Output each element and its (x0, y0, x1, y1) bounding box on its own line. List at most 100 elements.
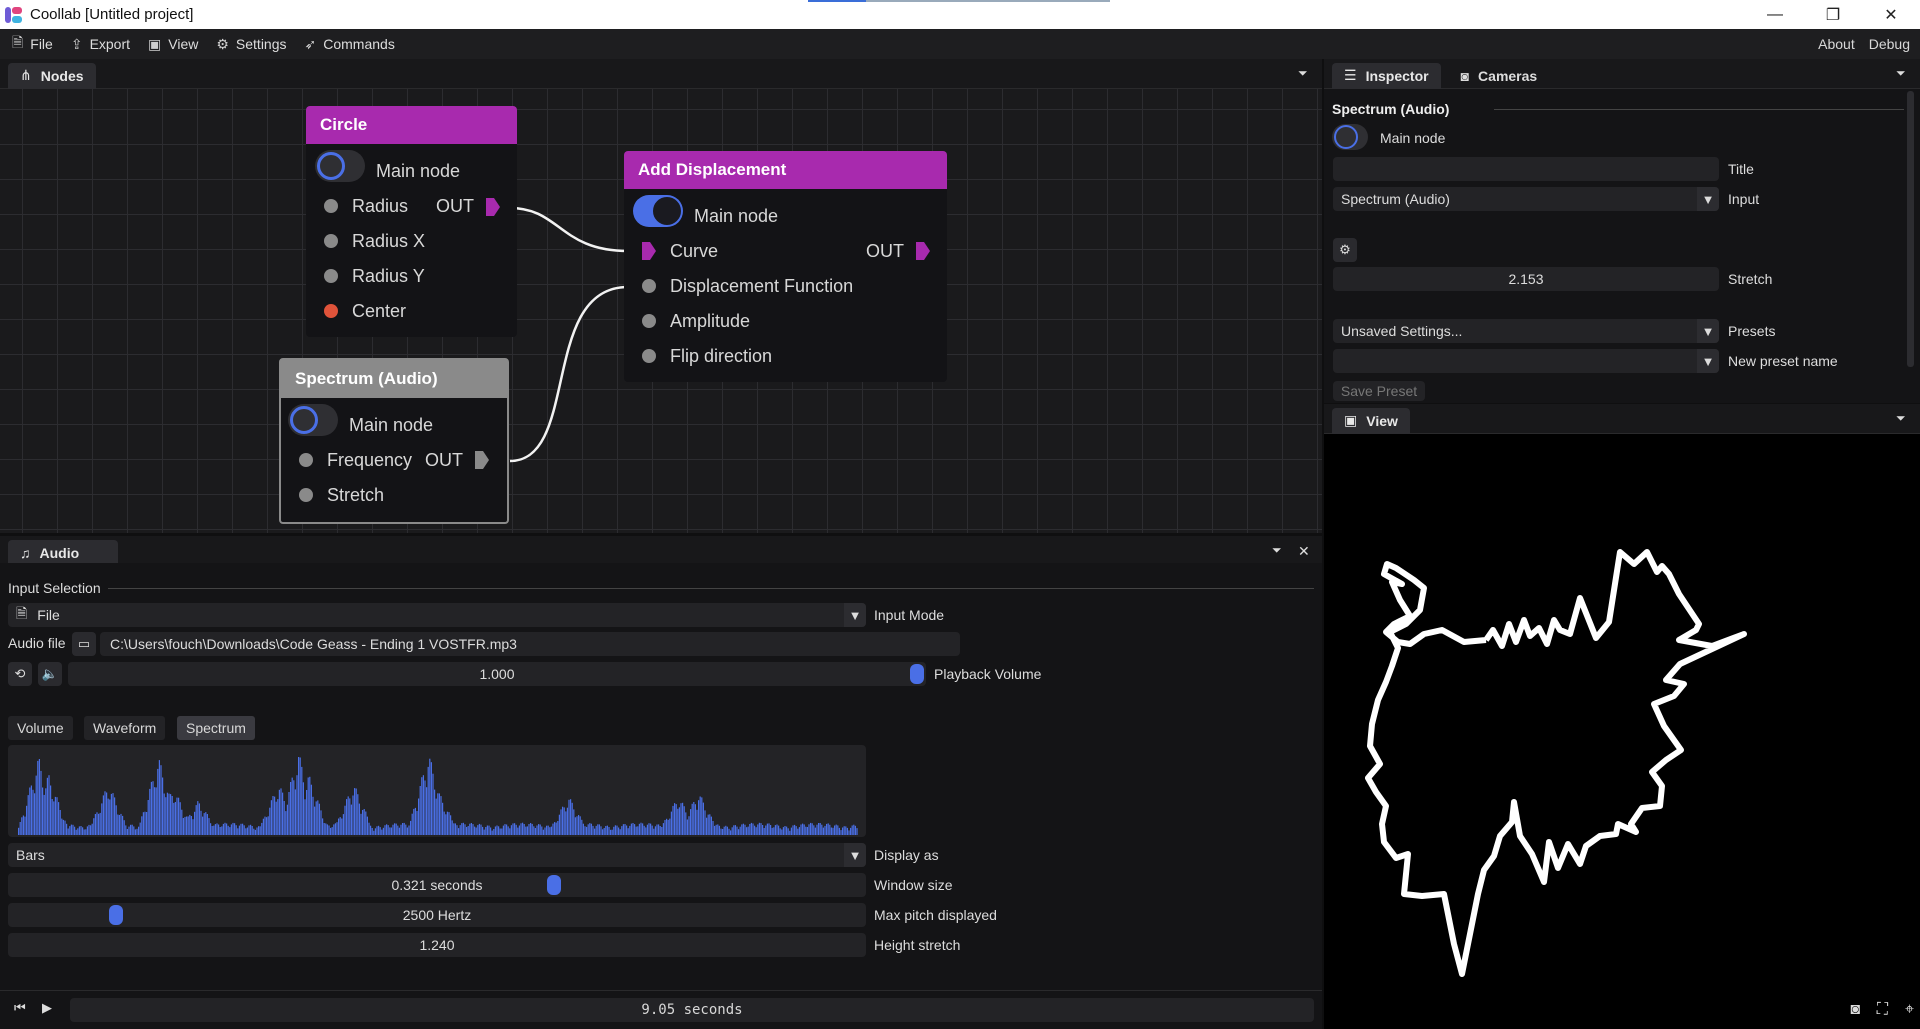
render-view[interactable]: ◙ ⛶ ⌖ (1324, 434, 1920, 1029)
spectrum-bar (402, 823, 404, 835)
play-icon[interactable]: ▶ (42, 1000, 52, 1016)
tab-inspector[interactable]: ☰ Inspector (1332, 62, 1441, 89)
crosshair-icon[interactable]: ⌖ (1905, 1001, 1914, 1019)
tab-audio[interactable]: ♫ Audio (8, 539, 118, 566)
pin-radius-x[interactable] (324, 234, 338, 248)
chevron-down-icon[interactable]: ▼ (1697, 319, 1719, 343)
circle-out-pin[interactable] (486, 198, 500, 216)
mute-button[interactable]: 🔈 (38, 662, 62, 686)
max-pitch-slider[interactable]: 2500 Hertz (8, 903, 866, 927)
menu-commands[interactable]: ➶ Commands (305, 36, 395, 53)
tab-cameras[interactable]: ◙ Cameras (1449, 63, 1550, 89)
spectrum-bar (728, 828, 730, 835)
maximize-button[interactable]: ❐ (1804, 0, 1862, 29)
skip-back-icon[interactable]: ⏮ (14, 1000, 26, 1016)
spectrum-bar (741, 824, 743, 835)
chevron-down-icon[interactable]: ▼ (1697, 349, 1719, 373)
pin-stretch[interactable] (299, 488, 313, 502)
menu-about[interactable]: About (1818, 36, 1855, 52)
spectrum-bar (150, 781, 152, 835)
pin-amplitude[interactable] (642, 314, 656, 328)
spectrum-bar (102, 795, 104, 835)
playback-volume-label: Playback Volume (934, 666, 1042, 682)
menu-export[interactable]: ⇪ Export (71, 36, 130, 53)
spectrum-bar (134, 829, 136, 835)
spectrum-bar (334, 823, 336, 835)
close-window-button[interactable]: ✕ (1862, 0, 1920, 29)
displacement-out-pin[interactable] (916, 242, 930, 260)
stretch-slider[interactable]: 2.153 (1333, 267, 1719, 291)
spectrum-bar (826, 823, 828, 835)
inspector-section-title: Spectrum (Audio) (1332, 101, 1450, 117)
chevron-down-icon[interactable]: ▼ (844, 603, 866, 627)
pin-flip-direction[interactable] (642, 349, 656, 363)
close-icon[interactable]: ✕ (1298, 543, 1312, 559)
displacement-main-node-toggle[interactable] (633, 195, 683, 227)
spectrum-bar (432, 773, 434, 835)
spectrum-bar (26, 805, 28, 835)
audio-menu-icon[interactable]: ⏷ (1272, 543, 1286, 557)
menu-view[interactable]: ▣ View (148, 36, 198, 53)
inspector-main-node-toggle[interactable] (1332, 124, 1368, 150)
node-circle[interactable]: Circle Main node Radius OUT Radius X Rad… (306, 106, 517, 337)
save-preset-button[interactable]: Save Preset (1333, 381, 1425, 401)
tab-view[interactable]: ▣ View (1332, 407, 1410, 434)
spectrum-bar (405, 824, 407, 835)
audio-file-path-input[interactable]: C:\Users\fouch\Downloads\Code Geass - En… (100, 632, 960, 656)
spectrum-bar (54, 796, 56, 835)
new-preset-name-input[interactable]: ▼ (1333, 349, 1719, 373)
height-stretch-slider[interactable]: 1.240 (8, 933, 866, 957)
spectrum-bar (382, 827, 384, 835)
menu-debug[interactable]: Debug (1869, 36, 1910, 52)
fullscreen-icon[interactable]: ⛶ (1877, 1001, 1888, 1019)
spectrum-main-node-toggle[interactable] (288, 404, 338, 436)
settings-gear-button[interactable]: ⚙ (1333, 238, 1357, 262)
pin-frequency[interactable] (299, 453, 313, 467)
max-pitch-slider-knob[interactable] (109, 905, 124, 925)
node-spectrum-audio[interactable]: Spectrum (Audio) Main node Frequency OUT… (279, 358, 509, 524)
node-displacement-header[interactable]: Add Displacement (624, 151, 947, 189)
chevron-down-icon[interactable]: ▼ (1697, 187, 1719, 211)
subtab-volume[interactable]: Volume (8, 716, 73, 740)
window-size-slider-knob[interactable] (546, 875, 561, 895)
window-size-slider[interactable]: 0.321 seconds (8, 873, 866, 897)
spectrum-bar (43, 794, 45, 835)
subtab-spectrum[interactable]: Spectrum (177, 716, 255, 740)
pin-center[interactable] (324, 304, 338, 318)
spectrum-out-pin[interactable] (475, 451, 489, 469)
minimize-button[interactable]: — (1746, 0, 1804, 29)
view-menu-icon[interactable]: ⏷ (1896, 411, 1910, 425)
circle-main-node-toggle[interactable] (315, 150, 365, 182)
presets-select[interactable]: Unsaved Settings... ▼ (1333, 319, 1719, 343)
playback-volume-slider[interactable]: 1.000 (68, 662, 926, 686)
spectrum-bar (142, 812, 144, 835)
volume-slider-knob[interactable] (910, 664, 924, 684)
inspector-scrollbar[interactable] (1907, 91, 1914, 367)
open-folder-button[interactable]: ▭ (72, 632, 96, 656)
pin-radius-y[interactable] (324, 269, 338, 283)
spectrum-bar (573, 809, 575, 835)
time-display[interactable]: 9.05 seconds (70, 998, 1314, 1022)
pin-displacement-function[interactable] (642, 279, 656, 293)
display-as-select[interactable]: Bars ▼ (8, 843, 866, 867)
loop-button[interactable]: ⟲ (8, 662, 32, 686)
title-input[interactable] (1333, 157, 1719, 181)
node-spectrum-header[interactable]: Spectrum (Audio) (281, 360, 507, 398)
chevron-down-icon[interactable]: ▼ (844, 843, 866, 867)
subtab-waveform[interactable]: Waveform (84, 716, 166, 740)
screenshot-camera-icon[interactable]: ◙ (1850, 1001, 1860, 1019)
spectrum-bar (739, 826, 741, 835)
node-editor-canvas[interactable]: Circle Main node Radius OUT Radius X Rad… (0, 89, 1322, 533)
spectrum-bar (613, 826, 615, 835)
inspector-menu-icon[interactable]: ⏷ (1896, 66, 1910, 80)
pin-radius[interactable] (324, 199, 338, 213)
node-add-displacement[interactable]: Add Displacement Main node Curve OUT Dis… (624, 151, 947, 382)
tab-nodes[interactable]: ⋔ Nodes (8, 62, 96, 89)
panel-menu-icon[interactable]: ⏷ (1298, 66, 1312, 80)
input-select[interactable]: Spectrum (Audio) ▼ (1333, 187, 1719, 211)
menu-settings[interactable]: ⚙ Settings (216, 36, 286, 53)
node-circle-header[interactable]: Circle (306, 106, 517, 144)
pin-curve[interactable] (642, 242, 656, 260)
menu-file[interactable]: 🗎 File (12, 32, 53, 56)
input-mode-select[interactable]: 🗎 File ▼ (8, 603, 866, 627)
